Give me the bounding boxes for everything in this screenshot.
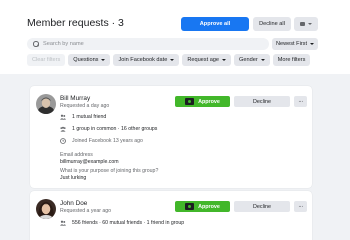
chevron-down-icon	[308, 23, 312, 25]
chevron-down-icon	[170, 59, 175, 61]
filter-gender[interactable]: Gender	[234, 54, 270, 66]
clear-filters-label: Clear filters	[32, 57, 61, 63]
filter-label: Request age	[187, 57, 220, 63]
member-request-card: John Doe Requested a year ago Approve De…	[30, 191, 312, 240]
joined-row: Joined Facebook 13 years ago	[60, 137, 143, 145]
filter-label: Gender	[239, 57, 258, 63]
decline-button[interactable]: Decline	[234, 96, 290, 107]
approve-label: Approve	[198, 203, 220, 210]
mutual-friends-row: 1 mutual friend	[60, 113, 106, 121]
request-time: Requested a year ago	[60, 208, 112, 214]
approve-button[interactable]: Approve	[175, 201, 230, 212]
chevron-down-icon	[310, 43, 315, 45]
member-name[interactable]: Bill Murray	[60, 95, 90, 102]
joined-text: Joined Facebook 13 years ago	[72, 138, 143, 144]
filter-request-age[interactable]: Request age	[182, 54, 232, 66]
search-input[interactable]	[43, 41, 243, 47]
mutual-friends-text: 1 mutual friend	[72, 114, 107, 120]
filter-label: Questions	[73, 57, 99, 63]
groups-text: 1 group in common · 16 other groups	[72, 126, 158, 132]
filter-label: Join Facebook date	[118, 57, 168, 63]
view-options-button[interactable]	[294, 17, 318, 31]
view-icon	[300, 22, 305, 26]
filter-bar: Clear filters Questions Join Facebook da…	[27, 54, 311, 66]
filter-questions[interactable]: Questions	[68, 54, 111, 66]
approve-icon	[185, 203, 195, 210]
approve-all-button[interactable]: Approve all	[181, 17, 249, 31]
clock-icon	[60, 138, 66, 144]
decline-all-button[interactable]: Decline all	[253, 17, 291, 31]
sort-dropdown[interactable]: Newest First	[272, 38, 318, 50]
approve-label: Approve	[198, 98, 220, 105]
approve-icon	[185, 98, 195, 105]
request-time: Requested a day ago	[60, 103, 110, 109]
decline-button[interactable]: Decline	[234, 201, 290, 212]
groups-icon	[60, 126, 66, 132]
email-label: Email address	[60, 152, 93, 158]
chevron-down-icon	[260, 59, 265, 61]
member-request-card: Bill Murray Requested a day ago Approve …	[30, 86, 312, 188]
friends-icon	[60, 114, 66, 120]
approve-button[interactable]: Approve	[175, 96, 230, 107]
sort-label: Newest First	[275, 41, 308, 47]
groups-row: 1 group in common · 16 other groups	[60, 125, 157, 133]
avatar[interactable]	[36, 94, 56, 114]
filter-join-facebook-date[interactable]: Join Facebook date	[113, 54, 180, 66]
member-name[interactable]: John Doe	[60, 200, 87, 207]
more-filters-button[interactable]: More filters	[272, 54, 311, 66]
answer-text: Just lurking	[60, 175, 87, 181]
search-icon	[33, 41, 39, 47]
chevron-down-icon	[101, 59, 106, 61]
friends-icon	[60, 220, 66, 226]
friends-text: 556 friends · 60 mutual friends · 1 frie…	[72, 220, 185, 226]
chevron-down-icon	[222, 59, 227, 61]
friends-row: 556 friends · 60 mutual friends · 1 frie…	[60, 219, 184, 227]
search-bar[interactable]	[27, 38, 269, 50]
more-options-button[interactable]: ···	[294, 96, 307, 107]
filter-label: More filters	[277, 57, 306, 63]
page-title: Member requests · 3	[27, 17, 124, 29]
avatar[interactable]	[36, 199, 56, 219]
page-header: Member requests · 3 Approve all Decline …	[0, 0, 350, 74]
email-value: billmurray@example.com	[60, 159, 119, 165]
question-text: What is your purpose of joining this gro…	[60, 168, 159, 174]
more-options-button[interactable]: ···	[294, 201, 307, 212]
clear-filters-button[interactable]: Clear filters	[27, 54, 66, 66]
